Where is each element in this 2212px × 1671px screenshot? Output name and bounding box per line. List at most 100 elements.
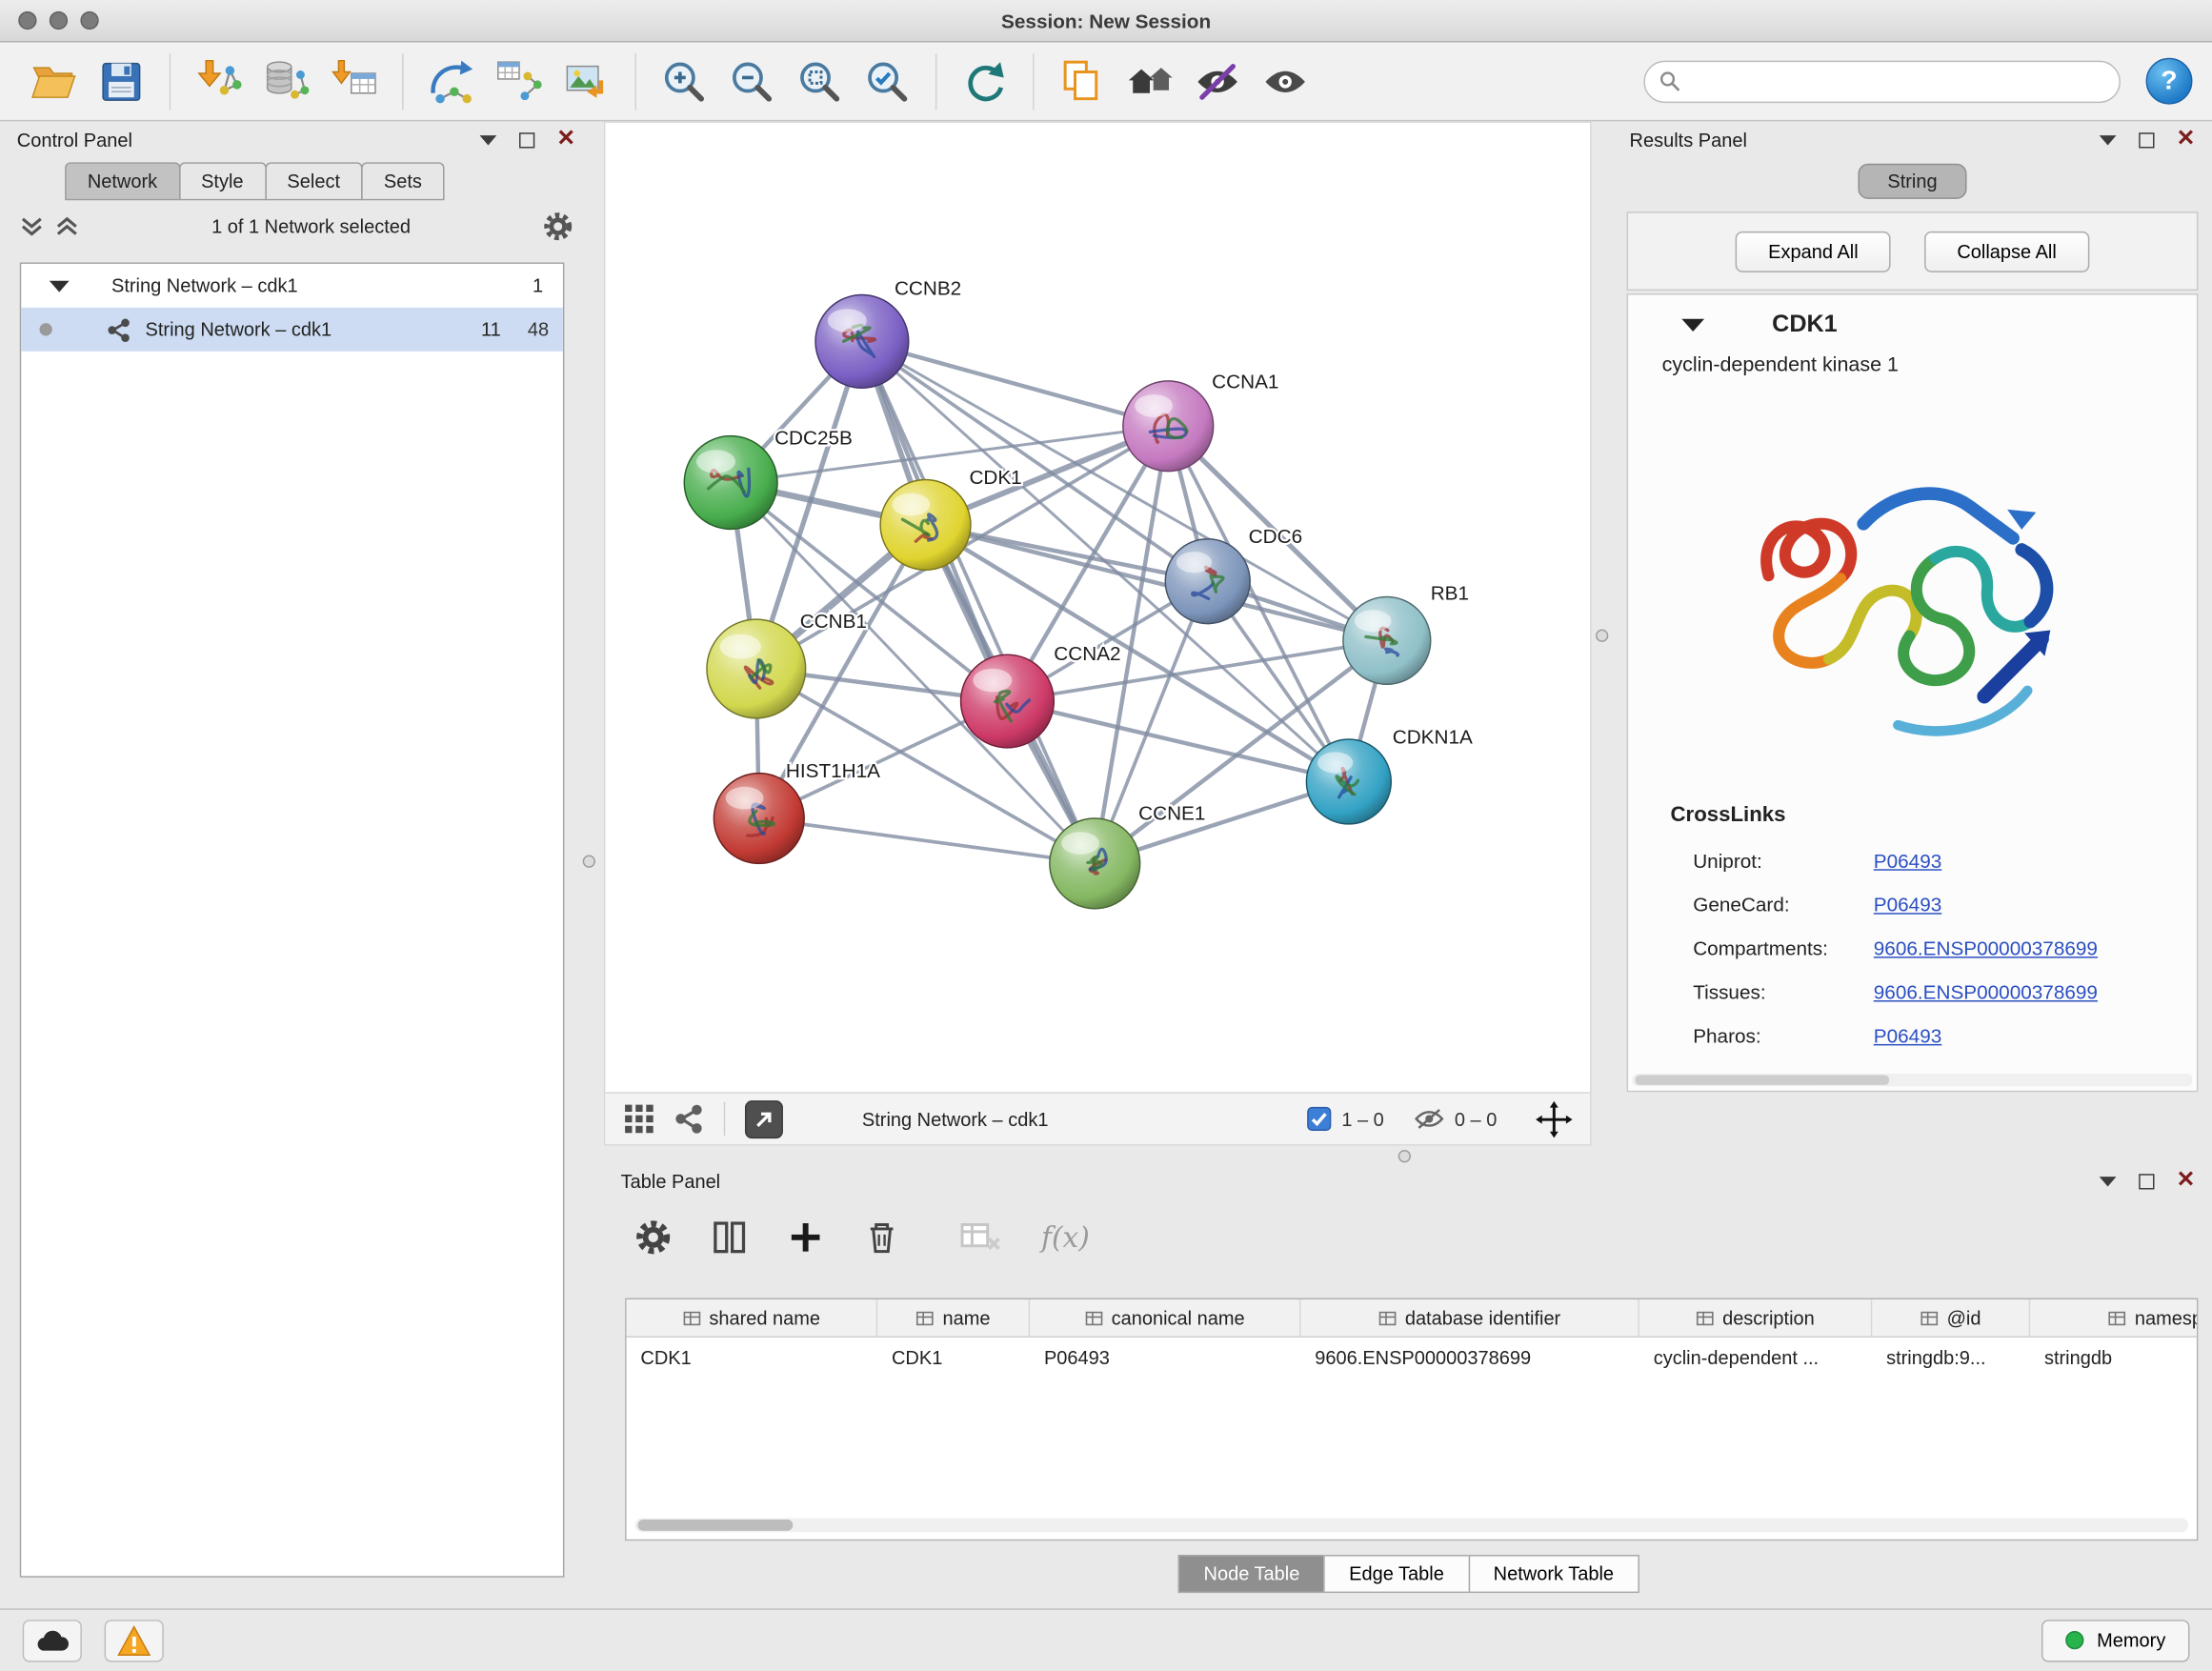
open-session-button[interactable] [20, 48, 88, 115]
node-CCNA1[interactable] [1123, 381, 1214, 472]
collapse-all-button[interactable]: Collapse All [1924, 231, 2089, 272]
column-header-description[interactable]: description [1639, 1299, 1872, 1337]
edge-CDK1-RB1[interactable] [926, 525, 1387, 640]
column-header-namespace[interactable]: namespace [2030, 1299, 2198, 1337]
copy-style-button[interactable] [1048, 48, 1116, 115]
export-image-button[interactable] [553, 48, 621, 115]
show-eye-icon [1260, 55, 1311, 106]
table-horizontal-scrollbar[interactable] [634, 1519, 2188, 1533]
pan-crosshair-icon[interactable] [1535, 1099, 1573, 1137]
column-header-database-identifier[interactable]: database identifier [1300, 1299, 1639, 1337]
close-panel-icon[interactable]: ✕ [2177, 129, 2196, 151]
zoom-in-button[interactable] [651, 48, 718, 115]
minimize-window-button[interactable] [50, 11, 68, 30]
home-button[interactable] [1116, 48, 1183, 115]
show-columns-icon[interactable] [711, 1219, 748, 1257]
tab-style[interactable]: Style [178, 162, 266, 200]
tissues-link[interactable]: 9606.ENSP00000378699 [1874, 980, 2098, 1003]
collapse-all-icon[interactable] [20, 213, 44, 237]
network-canvas[interactable]: CCNB2CCNA1CDC25BCDK1CDC6RB1CCNB1CCNA2CDK… [605, 123, 1590, 1092]
gear-icon[interactable] [543, 211, 573, 240]
selected-checkbox-icon[interactable] [1306, 1106, 1332, 1132]
expand-all-icon[interactable] [55, 213, 79, 237]
import-network-file-button[interactable] [185, 48, 252, 115]
tab-sets[interactable]: Sets [361, 162, 444, 200]
save-session-button[interactable] [88, 48, 155, 115]
node-CCNE1[interactable] [1050, 818, 1140, 909]
show-all-button[interactable] [1252, 48, 1319, 115]
tab-network-table[interactable]: Network Table [1468, 1555, 1639, 1593]
pharos-link[interactable]: P06493 [1874, 1023, 1942, 1046]
import-table-button[interactable] [320, 48, 388, 115]
zoom-out-button[interactable] [718, 48, 786, 115]
scrollbar-thumb[interactable] [637, 1520, 793, 1531]
node-CDKN1A[interactable] [1306, 739, 1391, 824]
close-window-button[interactable] [18, 11, 36, 30]
tab-string[interactable]: String [1858, 164, 1966, 199]
apply-layout-button[interactable] [951, 48, 1018, 115]
search-input[interactable] [1690, 70, 2104, 91]
network-collection-row[interactable]: String Network – cdk1 1 [21, 264, 563, 308]
column-header-shared-name[interactable]: shared name [627, 1299, 878, 1337]
warnings-button[interactable] [105, 1619, 164, 1661]
column-header-canonical-name[interactable]: canonical name [1030, 1299, 1300, 1337]
node-CCNA2[interactable] [961, 654, 1055, 748]
network-view[interactable]: CCNB2CCNA1CDC25BCDK1CDC6RB1CCNB1CCNA2CDK… [604, 121, 1592, 1145]
edge-HIST1H1A-CCNE1[interactable] [759, 818, 1095, 863]
node-CDC6[interactable] [1165, 539, 1250, 624]
column-header-name[interactable]: name [877, 1299, 1030, 1337]
compartments-link[interactable]: 9606.ENSP00000378699 [1874, 936, 2098, 959]
tab-network[interactable]: Network [65, 162, 180, 200]
node-CCNB2[interactable] [815, 295, 909, 389]
new-network-button[interactable] [417, 48, 485, 115]
table-row[interactable]: CDK1 CDK1 P06493 9606.ENSP00000378699 cy… [627, 1338, 2197, 1377]
tab-select[interactable]: Select [265, 162, 363, 200]
import-network-database-button[interactable] [252, 48, 320, 115]
help-button[interactable]: ? [2146, 58, 2193, 105]
splitter-handle[interactable] [1398, 1150, 1411, 1162]
float-panel-icon[interactable] [2139, 1173, 2154, 1188]
hide-selected-button[interactable] [1184, 48, 1252, 115]
minimize-panel-icon[interactable] [479, 134, 496, 144]
genecard-link[interactable]: P06493 [1874, 893, 1942, 916]
add-column-plus-icon[interactable] [787, 1219, 824, 1257]
node-RB1[interactable] [1343, 596, 1431, 684]
zoom-selected-button[interactable] [854, 48, 921, 115]
delete-column-trash-icon[interactable] [863, 1219, 900, 1257]
minimize-panel-icon[interactable] [2099, 1176, 2116, 1185]
minimize-panel-icon[interactable] [2099, 134, 2116, 144]
network-row[interactable]: String Network – cdk1 11 48 [21, 308, 563, 352]
birds-eye-view-button[interactable] [622, 1102, 656, 1137]
collapse-entry-triangle-icon[interactable] [1681, 318, 1704, 331]
float-panel-icon[interactable] [2139, 131, 2154, 147]
table-settings-gear-icon[interactable] [634, 1219, 672, 1257]
new-network-from-table-button[interactable] [485, 48, 553, 115]
node-CDC25B[interactable] [684, 436, 777, 530]
node-CCNB1[interactable] [707, 619, 806, 718]
expand-all-button[interactable]: Expand All [1736, 231, 1891, 272]
node-HIST1H1A[interactable] [714, 774, 804, 864]
column-header-id[interactable]: @id [1872, 1299, 2030, 1337]
edge-CCNA2-CDKN1A[interactable] [1007, 701, 1348, 781]
hidden-eye-icon[interactable] [1414, 1106, 1445, 1132]
network-overview-button[interactable] [673, 1103, 704, 1135]
scrollbar-thumb[interactable] [1635, 1076, 1889, 1085]
protein-entry-header[interactable]: CDK1 [1628, 295, 2197, 354]
export-view-button[interactable] [745, 1099, 783, 1137]
cloud-status-button[interactable] [23, 1619, 82, 1661]
results-horizontal-scrollbar[interactable] [1633, 1074, 2193, 1086]
close-panel-icon[interactable]: ✕ [556, 129, 575, 151]
splitter-handle[interactable] [1596, 630, 1608, 642]
uniprot-link[interactable]: P06493 [1874, 849, 1942, 872]
tab-node-table[interactable]: Node Table [1178, 1555, 1325, 1593]
splitter-handle[interactable] [583, 855, 595, 867]
disclosure-triangle-icon[interactable] [50, 280, 70, 292]
zoom-fit-button[interactable] [786, 48, 854, 115]
memory-button[interactable]: Memory [2041, 1619, 2189, 1661]
float-panel-icon[interactable] [518, 131, 533, 147]
node-CDK1[interactable] [880, 480, 971, 571]
close-panel-icon[interactable]: ✕ [2177, 1170, 2196, 1193]
edge-CCNB2-CCNE1[interactable] [862, 341, 1095, 863]
tab-edge-table[interactable]: Edge Table [1324, 1555, 1470, 1593]
zoom-window-button[interactable] [80, 11, 98, 30]
